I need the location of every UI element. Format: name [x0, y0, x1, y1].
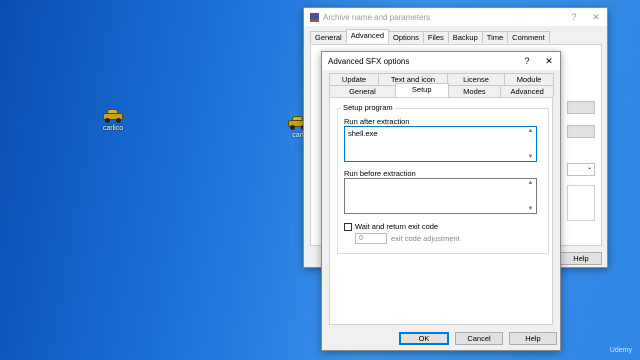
tab-update[interactable]: Update [329, 73, 379, 85]
chevron-down-icon: ⌄ [586, 165, 592, 171]
run-after-label: Run after extraction [344, 117, 410, 126]
tab-module[interactable]: Module [504, 73, 554, 85]
run-before-scrollbar[interactable]: ▲ ▼ [526, 180, 535, 212]
chevron-down-icon[interactable]: ▼ [528, 206, 534, 212]
close-icon[interactable]: ✕ [538, 52, 560, 70]
sfx-dialog-title: Advanced SFX options [328, 56, 410, 66]
tab-license[interactable]: License [447, 73, 505, 85]
sfx-dialog: Advanced SFX options ? ✕ Update Text and… [321, 51, 561, 351]
sfx-tab-panel: Setup program Run after extraction shell… [329, 97, 553, 325]
chevron-down-icon[interactable]: ▼ [528, 154, 534, 160]
ok-button[interactable]: OK [399, 332, 449, 345]
tab-options[interactable]: Options [388, 31, 424, 43]
run-before-input[interactable]: ▲ ▼ [344, 178, 537, 214]
tab-time[interactable]: Time [481, 31, 509, 43]
cancel-button[interactable]: Cancel [455, 332, 503, 345]
help-button[interactable]: Help [509, 332, 557, 345]
winrar-icon [310, 12, 319, 22]
run-before-label: Run before extraction [344, 169, 416, 178]
archive-titlebar[interactable]: Archive name and parameters ? ✕ [304, 8, 607, 26]
run-after-scrollbar[interactable]: ▲ ▼ [526, 128, 535, 160]
help-icon[interactable]: ? [563, 8, 585, 26]
run-after-value: shell.exe [348, 129, 378, 138]
exit-code-label: exit code adjustment [391, 234, 460, 243]
sfx-titlebar[interactable]: Advanced SFX options ? ✕ [322, 52, 560, 70]
car-icon [102, 108, 124, 123]
udemy-watermark: Udemy [609, 347, 632, 354]
tab-general[interactable]: General [329, 85, 396, 97]
tab-advanced[interactable]: Advanced [500, 85, 554, 97]
desktop-icon-label: carlico [102, 125, 124, 132]
close-icon[interactable]: ✕ [585, 8, 607, 26]
tab-advanced[interactable]: Advanced [345, 29, 390, 43]
archive-help-button[interactable]: Help [560, 252, 602, 265]
wait-exit-code-label[interactable]: Wait and return exit code [355, 222, 438, 231]
archive-window-title: Archive name and parameters [323, 12, 431, 22]
desktop-icon-carlico[interactable]: carlico [93, 108, 133, 132]
archive-button-right-2[interactable] [567, 125, 595, 138]
help-icon[interactable]: ? [516, 52, 538, 70]
archive-dropdown[interactable]: ⌄ [567, 163, 595, 176]
tab-comment[interactable]: Comment [507, 31, 550, 43]
tab-backup[interactable]: Backup [447, 31, 483, 43]
wait-exit-code-checkbox[interactable] [344, 223, 352, 231]
tab-general[interactable]: General [310, 31, 347, 43]
archive-field[interactable] [567, 185, 595, 221]
exit-code-input[interactable]: 0 [355, 233, 387, 244]
archive-tabs: General Advanced Options Files Backup Ti… [310, 29, 550, 45]
run-after-input[interactable]: shell.exe ▲ ▼ [344, 126, 537, 162]
chevron-up-icon[interactable]: ▲ [528, 128, 534, 134]
tab-setup[interactable]: Setup [394, 83, 449, 97]
chevron-up-icon[interactable]: ▲ [528, 180, 534, 186]
tab-modes[interactable]: Modes [447, 85, 502, 97]
setup-program-title: Setup program [341, 103, 395, 112]
archive-button-right[interactable] [567, 101, 595, 114]
tab-files[interactable]: Files [422, 31, 449, 43]
